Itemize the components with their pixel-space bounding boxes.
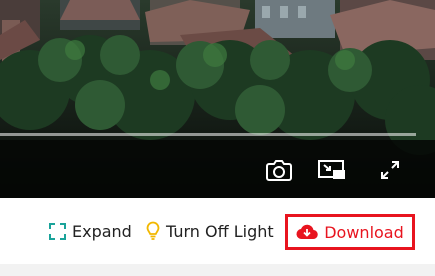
- turn-off-light-label: Turn Off Light: [166, 221, 274, 241]
- expand-button[interactable]: Expand: [49, 218, 132, 244]
- download-button[interactable]: Download: [285, 214, 415, 250]
- progress-bar[interactable]: [0, 133, 416, 136]
- picture-in-picture-icon: [318, 160, 345, 179]
- turn-off-light-button[interactable]: Turn Off Light: [146, 218, 274, 244]
- fullscreen-button[interactable]: [372, 152, 408, 188]
- expand-label: Expand: [72, 221, 132, 241]
- lightbulb-icon: [146, 221, 160, 240]
- page-background-strip: [0, 264, 435, 276]
- video-player[interactable]: [0, 0, 435, 198]
- screenshot-button[interactable]: [261, 152, 297, 188]
- player-controls: [0, 152, 435, 192]
- download-label: Download: [324, 222, 404, 242]
- picture-in-picture-button[interactable]: [314, 152, 350, 188]
- cloud-download-icon: [296, 224, 318, 240]
- expand-icon: [49, 222, 66, 240]
- camera-icon: [266, 160, 292, 181]
- fullscreen-icon: [381, 161, 399, 179]
